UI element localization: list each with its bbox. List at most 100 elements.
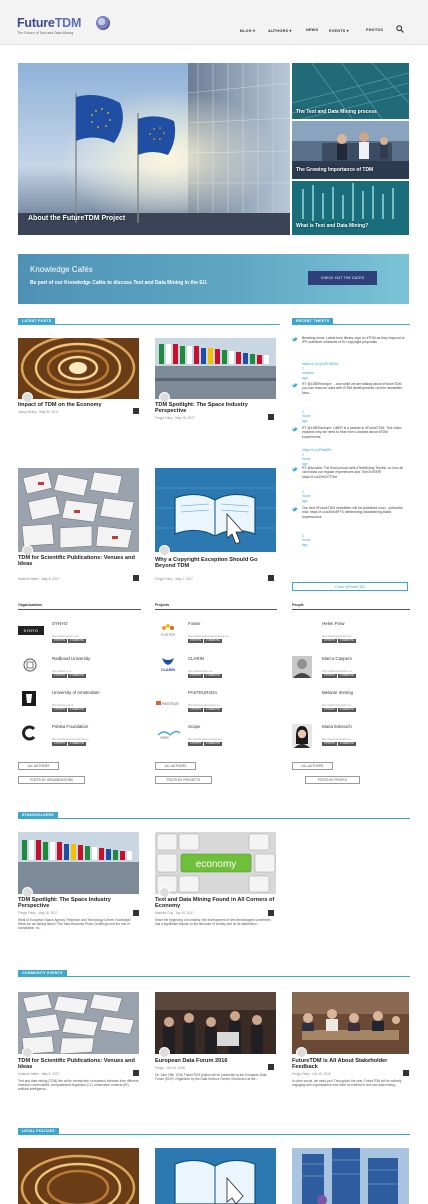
community-title-2[interactable]: European Data Forum 2016 [155, 1058, 276, 1064]
post-thumbnail-2[interactable] [155, 338, 276, 399]
posts-chip[interactable]: # POSTS [322, 639, 337, 643]
comment-icon[interactable] [133, 408, 139, 414]
person-url[interactable]: http://www.futuretdm.eu [322, 737, 351, 741]
posts-chip[interactable]: # POSTS [52, 639, 67, 643]
all-authors-button[interactable]: ALL AUTHORS [292, 762, 333, 770]
post-title-1[interactable]: Impact of TDM on the Economy [18, 402, 136, 408]
org-name[interactable]: University of Amsterdam [52, 690, 100, 695]
org-name[interactable]: Radboud University [52, 656, 90, 661]
tweet-time[interactable]: 7 minutes ago [302, 367, 314, 380]
project-url[interactable]: http://www.fosteropenscience.eu [188, 634, 228, 638]
website-chip[interactable]: # WEBSITE [203, 742, 222, 746]
hero-main-feature[interactable]: About the FutureTDM Project [18, 63, 290, 235]
comment-icon[interactable] [133, 1070, 139, 1076]
posts-chip[interactable]: # POSTS [188, 708, 203, 712]
project-name[interactable]: CLARIN [188, 656, 204, 661]
website-chip[interactable]: # WEBSITE [67, 674, 86, 678]
person-name[interactable]: Melanie Imming [322, 690, 353, 695]
nav-news[interactable]: NEWS [306, 28, 318, 32]
person-name[interactable]: Helen Frew [322, 621, 344, 626]
stakeholder-title-2[interactable]: Text and Data Mining Found in All Corner… [155, 897, 275, 910]
org-name[interactable]: SYNYO [52, 621, 67, 626]
org-url[interactable]: http://www.ru.nl [52, 669, 71, 673]
nav-blog[interactable]: BLOG ▾ [240, 28, 255, 33]
author-avatar[interactable] [296, 1047, 307, 1058]
post-thumbnail-1[interactable] [18, 338, 139, 399]
legal-thumbnail-2[interactable] [155, 1148, 276, 1204]
comment-icon[interactable] [268, 414, 274, 420]
website-chip[interactable]: # WEBSITE [337, 639, 356, 643]
tweet-time[interactable]: 2 hours ago [302, 453, 310, 466]
comment-icon[interactable] [133, 575, 139, 581]
community-thumbnail-1[interactable] [18, 992, 139, 1054]
posts-chip[interactable]: # POSTS [188, 639, 203, 643]
posts-by-organisations-button[interactable]: POSTS BY ORGANISATIONS [18, 776, 85, 784]
stakeholder-thumbnail-2[interactable]: economy [155, 832, 276, 894]
community-title-3[interactable]: FutureTDM is All About Stakeholder Feedb… [292, 1058, 409, 1071]
person-url[interactable]: http://www.futuretdm.eu [322, 634, 351, 638]
posts-chip[interactable]: # POSTS [322, 674, 337, 678]
all-authors-button[interactable]: ALL AUTHORS [155, 762, 196, 770]
org-name[interactable]: Polska Foundation [52, 724, 88, 729]
hero-side-feature-1[interactable]: The Text and Data Mining process [292, 63, 409, 119]
website-chip[interactable]: # WEBSITE [67, 639, 86, 643]
tweet-link[interactable]: https://t.co/Q0yRHx82W [302, 362, 406, 366]
person-name[interactable]: Marco Caspers [322, 656, 352, 661]
tweet-link[interactable]: https://t.co/ZfAwjRb [302, 448, 331, 452]
community-thumbnail-2[interactable] [155, 992, 276, 1054]
comment-icon[interactable] [268, 1064, 274, 1070]
website-chip[interactable]: # WEBSITE [67, 708, 86, 712]
follow-futuretdm-button[interactable]: Follow @FutureTDM [292, 582, 408, 591]
site-logo[interactable]: FutureTDM [17, 16, 81, 30]
posts-chip[interactable]: # POSTS [52, 708, 67, 712]
legal-thumbnail-1[interactable] [18, 1148, 139, 1204]
org-url[interactable]: http://www.synyo.com [52, 634, 79, 638]
project-url[interactable]: http://www.scape-project.eu [188, 737, 222, 741]
website-chip[interactable]: # WEBSITE [203, 708, 222, 712]
post-thumbnail-3[interactable] [18, 468, 139, 552]
posts-chip[interactable]: # POSTS [322, 742, 337, 746]
stakeholder-thumbnail-1[interactable] [18, 832, 139, 894]
stakeholder-title-1[interactable]: TDM Spotlight: The Space Industry Perspe… [18, 897, 138, 910]
website-chip[interactable]: # WEBSITE [67, 742, 86, 746]
nav-events[interactable]: EVENTS ▾ [329, 28, 349, 33]
website-chip[interactable]: # WEBSITE [203, 674, 222, 678]
person-url[interactable]: http://www.futuretdm.eu [322, 669, 351, 673]
comment-icon[interactable] [403, 1070, 409, 1076]
project-name[interactable]: Foster [188, 621, 200, 626]
nav-authors[interactable]: AUTHORS ▾ [268, 28, 292, 33]
post-title-3[interactable]: TDM for Scientific Publications: Venues … [18, 555, 138, 568]
community-thumbnail-3[interactable] [292, 992, 409, 1054]
project-url[interactable]: http://www.pasteur4oa.eu [188, 703, 220, 707]
project-name[interactable]: PASTEUR4OA [188, 690, 217, 695]
comment-icon[interactable] [268, 575, 274, 581]
hero-side-feature-3[interactable]: What is Text and Data Mining? [292, 181, 409, 235]
hero-side-feature-2[interactable]: The Growing Importance of TDM [292, 121, 409, 179]
tweet-time[interactable]: 2 hours ago [302, 410, 310, 423]
search-icon[interactable] [396, 25, 404, 33]
post-thumbnail-4[interactable] [155, 468, 276, 552]
posts-chip[interactable]: # POSTS [188, 674, 203, 678]
posts-by-people-button[interactable]: POSTS BY PEOPLE [305, 776, 360, 784]
author-avatar[interactable] [159, 545, 170, 556]
post-title-4[interactable]: Why a Copyright Exception Should Go Beyo… [155, 557, 277, 570]
website-chip[interactable]: # WEBSITE [337, 742, 356, 746]
author-avatar[interactable] [22, 1047, 33, 1058]
posts-chip[interactable]: # POSTS [322, 708, 337, 712]
website-chip[interactable]: # WEBSITE [337, 708, 356, 712]
tweet-time[interactable]: 2 hours ago [302, 490, 310, 503]
check-out-dates-button[interactable]: CHECK OUT THE DATES [308, 271, 377, 285]
posts-chip[interactable]: # POSTS [52, 742, 67, 746]
person-url[interactable]: http://www.futuretdm.eu [322, 703, 351, 707]
person-name[interactable]: Maria Eskevich [322, 724, 352, 729]
legal-thumbnail-3[interactable] [292, 1148, 409, 1204]
community-title-1[interactable]: TDM for Scientific Publications: Venues … [18, 1058, 139, 1071]
comment-icon[interactable] [133, 910, 139, 916]
posts-chip[interactable]: # POSTS [188, 742, 203, 746]
posts-chip[interactable]: # POSTS [52, 674, 67, 678]
comment-icon[interactable] [268, 910, 274, 916]
website-chip[interactable]: # WEBSITE [203, 639, 222, 643]
nav-photos[interactable]: PHOTOS [366, 28, 383, 32]
hero-main-caption[interactable]: About the FutureTDM Project [28, 215, 125, 222]
website-chip[interactable]: # WEBSITE [337, 674, 356, 678]
